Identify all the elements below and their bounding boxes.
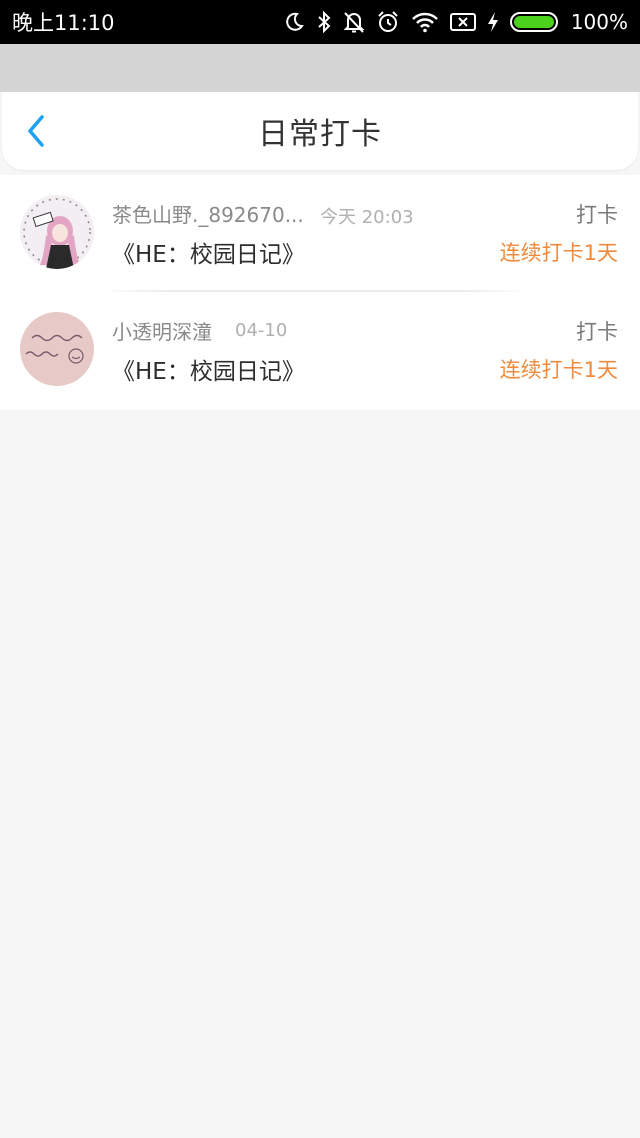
alarm-icon	[376, 0, 400, 44]
streak-label: 连续打卡1天	[499, 358, 618, 382]
mute-bell-icon	[343, 0, 365, 44]
avatar[interactable]	[20, 312, 94, 386]
status-bar: 晚上11:10 100%	[0, 0, 640, 44]
header-backdrop	[0, 44, 640, 92]
no-sim-icon	[449, 0, 476, 44]
user-name[interactable]: 小透明深潼	[112, 316, 212, 345]
checkin-label: 打卡	[576, 320, 618, 344]
bluetooth-icon	[316, 0, 332, 44]
list-item[interactable]: 茶色山野._892670... 今天 20:03 《HE：校园日记》 打卡 连续…	[0, 175, 640, 292]
checkin-label: 打卡	[576, 203, 618, 227]
battery-percent: 100%	[570, 10, 628, 34]
status-time: 晚上11:10	[12, 11, 115, 35]
streak-label: 连续打卡1天	[499, 241, 618, 265]
app-header: 日常打卡	[2, 92, 638, 170]
page-title: 日常打卡	[258, 117, 382, 152]
checkin-time: 今天 20:03	[320, 207, 414, 228]
moon-icon	[283, 0, 305, 44]
charging-icon	[487, 0, 499, 44]
checkin-list: 茶色山野._892670... 今天 20:03 《HE：校园日记》 打卡 连续…	[0, 175, 640, 410]
user-name[interactable]: 茶色山野._892670...	[112, 199, 304, 228]
list-item[interactable]: 小透明深潼 04-10 《HE：校园日记》 打卡 连续打卡1天	[0, 292, 640, 409]
wifi-icon	[411, 0, 439, 44]
battery-icon	[509, 0, 560, 44]
book-title[interactable]: 《HE：校园日记》	[112, 235, 305, 269]
checkin-time: 04-10	[235, 320, 288, 341]
avatar[interactable]	[20, 195, 94, 269]
chevron-left-icon	[28, 115, 44, 147]
back-button[interactable]	[16, 110, 56, 152]
status-icons: 100%	[283, 0, 628, 44]
book-title[interactable]: 《HE：校园日记》	[112, 352, 305, 386]
